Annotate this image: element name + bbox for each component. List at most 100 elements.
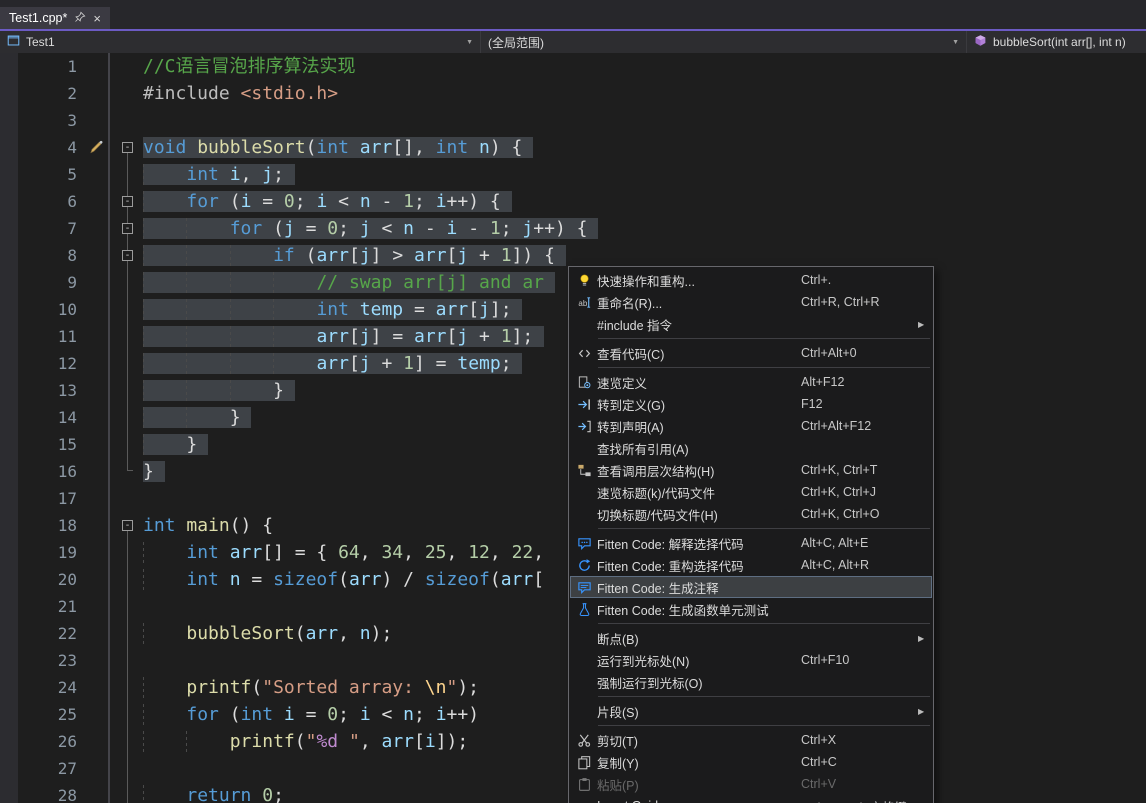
- gutter-icon-space: [86, 566, 108, 593]
- menu-item[interactable]: 片段(S)▶: [570, 700, 932, 722]
- selection-highlight: for (j = 0; j < n - i - 1; j++) {: [143, 218, 598, 239]
- code-token: ": [446, 677, 457, 698]
- menu-item[interactable]: Fitten Code: 重构选择代码Alt+C, Alt+R: [570, 554, 932, 576]
- fitten-comment-icon: [571, 580, 597, 595]
- fold-margin: [120, 161, 138, 188]
- code-token: (: [219, 704, 241, 725]
- code-token: [176, 515, 187, 536]
- member-dropdown[interactable]: bubbleSort(int arr[], int n): [967, 31, 1146, 53]
- code-token: +: [468, 245, 501, 266]
- menu-item[interactable]: {}Insert GuidCtrl+K, Ctrl+空格键: [570, 795, 932, 803]
- code-token: ++) {: [447, 191, 501, 212]
- fold-collapse-toggle[interactable]: -: [122, 520, 133, 531]
- menu-separator: [598, 528, 930, 529]
- code-token: ,: [403, 542, 425, 563]
- menu-item-shortcut: Ctrl+Alt+F12: [801, 419, 918, 433]
- close-icon[interactable]: ×: [93, 12, 101, 25]
- menu-item[interactable]: 速览标题(k)/代码文件Ctrl+K, Ctrl+J: [570, 481, 932, 503]
- menu-item[interactable]: 强制运行到光标(O): [570, 671, 932, 693]
- menu-item[interactable]: #include 指令▶: [570, 313, 932, 335]
- code-line[interactable]: 8- if (arr[j] > arr[j + 1]) {: [0, 242, 1146, 269]
- code-token: ) {: [490, 137, 523, 158]
- menu-item[interactable]: Fitten Code: 生成注释: [570, 576, 932, 598]
- menu-item[interactable]: 查看代码(C)Ctrl+Alt+0: [570, 342, 932, 364]
- project-dropdown[interactable]: Test1 ▼: [0, 31, 481, 53]
- code-token: 22: [512, 542, 534, 563]
- menu-item[interactable]: Fitten Code: 生成函数单元测试: [570, 598, 932, 620]
- gutter-icon-space: [86, 512, 108, 539]
- code-token: #include: [143, 83, 230, 104]
- fold-collapse-toggle[interactable]: -: [122, 142, 133, 153]
- menu-item-label: 剪切(T): [597, 731, 801, 750]
- menu-item[interactable]: 切换标题/代码文件(H)Ctrl+K, Ctrl+O: [570, 503, 932, 525]
- line-number: 28: [0, 782, 86, 803]
- indent-guide: [143, 623, 186, 644]
- tab-test1cpp[interactable]: Test1.cpp* ×: [0, 7, 110, 29]
- code-token: [: [468, 299, 479, 320]
- code-token: arr: [316, 353, 349, 374]
- code-text: if (arr[j] > arr[j + 1]) {: [138, 242, 1146, 269]
- code-token: arr: [414, 245, 447, 266]
- code-token: ": [306, 731, 317, 752]
- code-line[interactable]: 7- for (j = 0; j < n - i - 1; j++) {: [0, 215, 1146, 242]
- tab-strip: Test1.cpp* ×: [0, 0, 1146, 29]
- code-line[interactable]: 4-void bubbleSort(int arr[], int n) {: [0, 134, 1146, 161]
- project-name: Test1: [26, 35, 55, 49]
- scope-name: (全局范围): [488, 34, 544, 51]
- menu-item[interactable]: 查找所有引用(A): [570, 437, 932, 459]
- menu-item[interactable]: 复制(Y)Ctrl+C: [570, 751, 932, 773]
- fold-margin: [120, 80, 138, 107]
- code-text: //C语言冒泡排序算法实现: [138, 53, 1146, 80]
- indent-guide: [230, 326, 273, 347]
- menu-item[interactable]: 剪切(T)Ctrl+X: [570, 729, 932, 751]
- code-token: j: [360, 245, 371, 266]
- indent-guide: [186, 218, 229, 239]
- pin-icon[interactable]: [74, 11, 86, 26]
- menu-item-label: 查找所有引用(A): [597, 439, 801, 458]
- gutter-icon-space: [86, 404, 108, 431]
- fold-collapse-toggle[interactable]: -: [122, 223, 133, 234]
- menu-item[interactable]: 转到定义(G)F12: [570, 393, 932, 415]
- code-line[interactable]: 6- for (i = 0; i < n - 1; i++) {: [0, 188, 1146, 215]
- line-number: 10: [0, 296, 86, 323]
- gutter-icon-space: [86, 107, 108, 134]
- code-token: ] =: [414, 353, 457, 374]
- code-token: main: [186, 515, 229, 536]
- menu-item[interactable]: 快速操作和重构...Ctrl+.: [570, 269, 932, 291]
- menu-item-shortcut: Ctrl+F10: [801, 653, 918, 667]
- scope-dropdown[interactable]: (全局范围) ▼: [481, 31, 967, 53]
- menu-item[interactable]: 转到声明(A)Ctrl+Alt+F12: [570, 415, 932, 437]
- code-token: ]);: [436, 731, 469, 752]
- code-line[interactable]: 1//C语言冒泡排序算法实现: [0, 53, 1146, 80]
- menu-item[interactable]: 断点(B)▶: [570, 627, 932, 649]
- menu-item-label: 查看调用层次结构(H): [597, 461, 801, 480]
- menu-item[interactable]: 查看调用层次结构(H)Ctrl+K, Ctrl+T: [570, 459, 932, 481]
- margin-divider: [108, 269, 120, 296]
- indent-guide: [143, 380, 186, 401]
- code-line[interactable]: 5 int i, j;: [0, 161, 1146, 188]
- godecl-icon: [571, 419, 597, 434]
- margin-divider: [108, 485, 120, 512]
- code-token: ] >: [371, 245, 414, 266]
- gutter-icon-space: [86, 269, 108, 296]
- code-line[interactable]: 3: [0, 107, 1146, 134]
- menu-item[interactable]: ab重命名(R)...Ctrl+R, Ctrl+R: [570, 291, 932, 313]
- code-text: for (i = 0; i < n - 1; i++) {: [138, 188, 1146, 215]
- code-token: 1: [501, 326, 512, 347]
- fold-margin: [120, 674, 138, 701]
- code-token: ;: [414, 704, 436, 725]
- code-token: sizeof: [425, 569, 490, 590]
- fold-collapse-toggle[interactable]: -: [122, 250, 133, 261]
- indent-guide: [186, 731, 229, 752]
- code-icon: [571, 346, 597, 361]
- menu-item[interactable]: 速览定义Alt+F12: [570, 371, 932, 393]
- gutter-icon-space: [86, 161, 108, 188]
- tab-title: Test1.cpp*: [9, 11, 67, 25]
- code-token: 1: [403, 353, 414, 374]
- menu-item[interactable]: 运行到光标处(N)Ctrl+F10: [570, 649, 932, 671]
- menu-item[interactable]: Fitten Code: 解释选择代码Alt+C, Alt+E: [570, 532, 932, 554]
- fold-collapse-toggle[interactable]: -: [122, 196, 133, 207]
- menu-item-shortcut: Ctrl+V: [801, 777, 918, 791]
- code-line[interactable]: 2#include <stdio.h>: [0, 80, 1146, 107]
- code-token: () {: [230, 515, 273, 536]
